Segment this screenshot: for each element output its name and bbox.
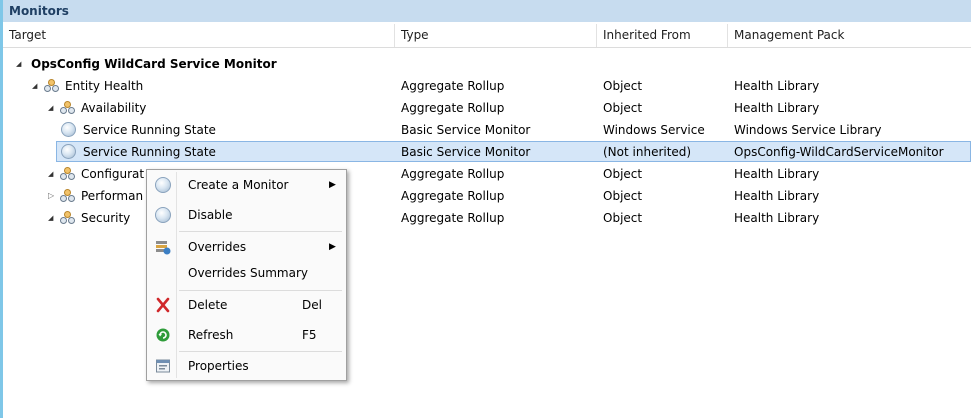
menu-item-label: Create a Monitor xyxy=(188,178,289,192)
overrides-icon xyxy=(156,241,171,255)
row-type: Basic Service Monitor xyxy=(401,123,531,137)
row-inherited: Object xyxy=(603,101,643,115)
submenu-arrow-icon: ▶ xyxy=(329,242,336,252)
row-target: Configurat xyxy=(81,167,145,181)
row-inherited: Object xyxy=(603,189,643,203)
row-type: Aggregate Rollup xyxy=(401,101,505,115)
table-row[interactable]: Service Running State Basic Service Moni… xyxy=(3,119,971,141)
aggregate-rollup-icon xyxy=(60,101,76,115)
row-inherited: Object xyxy=(603,211,643,225)
row-target: OpsConfig WildCard Service Monitor xyxy=(31,57,277,71)
table-row-selected[interactable]: Service Running State Basic Service Moni… xyxy=(3,141,971,163)
monitor-circle-icon xyxy=(61,144,76,159)
column-header-target[interactable]: Target xyxy=(3,24,395,47)
delete-x-icon xyxy=(156,297,170,313)
row-target: Service Running State xyxy=(83,123,216,137)
row-inherited: Object xyxy=(603,79,643,93)
row-pack: Health Library xyxy=(734,211,820,225)
menu-separator xyxy=(179,231,342,232)
row-type: Basic Service Monitor xyxy=(401,145,531,159)
aggregate-rollup-icon xyxy=(60,211,76,225)
aggregate-rollup-icon xyxy=(44,79,60,93)
row-pack: Health Library xyxy=(734,167,820,181)
row-type: Aggregate Rollup xyxy=(401,79,505,93)
table-row[interactable]: Availability Aggregate Rollup Object Hea… xyxy=(3,97,971,119)
monitor-circle-icon xyxy=(155,207,171,223)
column-header-type[interactable]: Type xyxy=(395,24,597,47)
row-type: Aggregate Rollup xyxy=(401,167,505,181)
properties-icon xyxy=(156,359,170,373)
refresh-icon xyxy=(156,328,170,342)
monitor-circle-icon xyxy=(155,177,171,193)
row-target: Entity Health xyxy=(65,79,144,93)
row-pack: Windows Service Library xyxy=(734,123,882,137)
row-inherited: Windows Service xyxy=(603,123,705,137)
row-type: Aggregate Rollup xyxy=(401,211,505,225)
menu-item-properties[interactable]: Properties xyxy=(149,352,344,380)
column-header-management-pack[interactable]: Management Pack xyxy=(728,24,971,47)
table-row[interactable]: OpsConfig WildCard Service Monitor xyxy=(3,53,971,75)
row-inherited: Object xyxy=(603,167,643,181)
row-type: Aggregate Rollup xyxy=(401,189,505,203)
row-target: Service Running State xyxy=(83,145,216,159)
menu-item-label: Refresh xyxy=(188,328,234,342)
row-target: Performan xyxy=(81,189,144,203)
expand-triangle-icon[interactable] xyxy=(16,53,26,75)
submenu-arrow-icon: ▶ xyxy=(329,180,336,190)
menu-item-shortcut: F5 xyxy=(302,328,317,342)
menu-item-shortcut: Del xyxy=(302,298,322,312)
menu-item-delete[interactable]: Delete Del xyxy=(149,291,344,319)
menu-item-label: Overrides Summary xyxy=(188,266,308,280)
menu-item-label: Disable xyxy=(188,208,233,222)
menu-item-label: Overrides xyxy=(188,240,247,254)
row-target: Security xyxy=(81,211,131,225)
panel-title: Monitors xyxy=(3,0,971,22)
expand-triangle-icon[interactable] xyxy=(48,97,58,119)
aggregate-rollup-icon xyxy=(60,189,76,203)
row-target: Availability xyxy=(81,101,147,115)
menu-item-refresh[interactable]: Refresh F5 xyxy=(149,321,344,349)
menu-item-create-monitor[interactable]: Create a Monitor ▶ xyxy=(149,171,344,199)
menu-item-overrides-summary[interactable]: Overrides Summary xyxy=(149,259,344,287)
context-menu: Create a Monitor ▶ Disable Overrides ▶ O… xyxy=(146,169,347,381)
menu-item-label: Properties xyxy=(188,359,249,373)
row-pack: Health Library xyxy=(734,101,820,115)
row-pack: Health Library xyxy=(734,79,820,93)
menu-item-disable[interactable]: Disable xyxy=(149,201,344,229)
collapse-triangle-icon[interactable] xyxy=(48,185,58,207)
menu-item-overrides[interactable]: Overrides ▶ xyxy=(149,233,344,261)
column-header-row: Target Type Inherited From Management Pa… xyxy=(3,24,971,48)
menu-item-label: Delete xyxy=(188,298,228,312)
row-inherited: (Not inherited) xyxy=(603,145,692,159)
monitor-circle-icon xyxy=(61,122,76,137)
row-pack: OpsConfig-WildCardServiceMonitor xyxy=(734,145,944,159)
expand-triangle-icon[interactable] xyxy=(48,163,58,185)
aggregate-rollup-icon xyxy=(60,167,76,181)
expand-triangle-icon[interactable] xyxy=(32,75,42,97)
column-header-inherited-from[interactable]: Inherited From xyxy=(597,24,728,47)
table-row[interactable]: Entity Health Aggregate Rollup Object He… xyxy=(3,75,971,97)
expand-triangle-icon[interactable] xyxy=(48,207,58,229)
row-pack: Health Library xyxy=(734,189,820,203)
